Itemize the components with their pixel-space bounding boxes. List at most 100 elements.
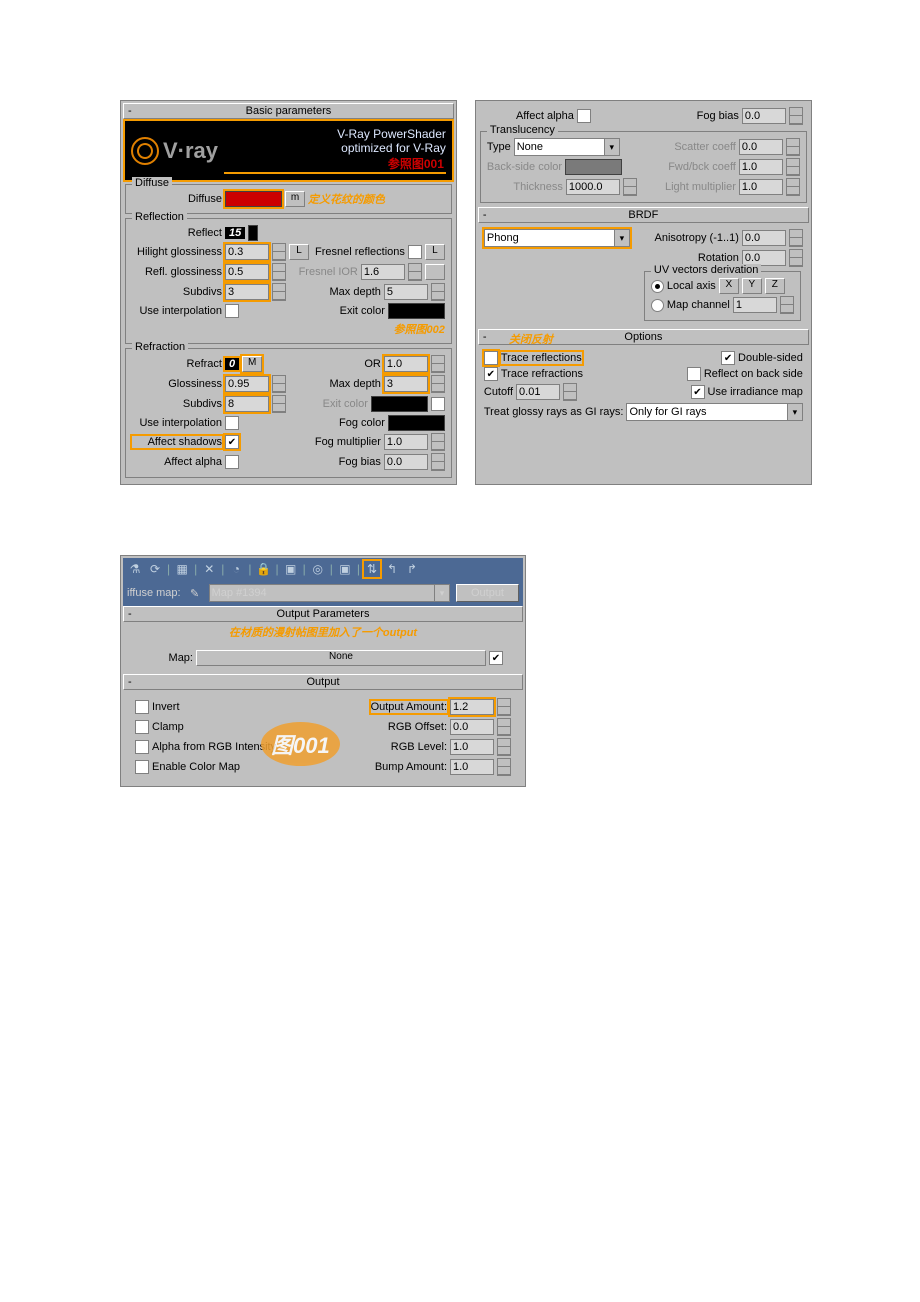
outamt-spinner[interactable] xyxy=(497,698,511,716)
tool-icon-7[interactable]: ▣ xyxy=(283,561,299,577)
light-spinner[interactable] xyxy=(786,178,800,196)
diffuse-color[interactable] xyxy=(225,191,282,207)
backside-color[interactable] xyxy=(565,159,622,175)
tool-delete-icon[interactable]: ✕ xyxy=(201,561,217,577)
tool-icon-3[interactable]: ▦ xyxy=(174,561,190,577)
mapch-input[interactable] xyxy=(733,297,777,313)
ior-spinner[interactable] xyxy=(431,355,445,373)
outparam-collapse-icon[interactable]: - xyxy=(128,608,132,620)
light-input[interactable] xyxy=(739,179,783,195)
tool-sibling-icon[interactable]: ↱ xyxy=(404,561,420,577)
treat-select[interactable]: Only for GI rays xyxy=(626,403,802,421)
reflect-color[interactable] xyxy=(248,225,258,241)
refl-subdivs-input[interactable] xyxy=(225,284,269,300)
hilight-l-button[interactable]: L xyxy=(289,244,309,260)
cutoff-spinner[interactable] xyxy=(563,383,577,401)
thick-input[interactable] xyxy=(566,179,620,195)
reflgloss-spinner[interactable] xyxy=(272,263,286,281)
axis-x-button[interactable]: X xyxy=(719,278,739,294)
affectalpha-checkbox[interactable] xyxy=(225,455,239,469)
affectshadows-checkbox[interactable]: ✔ xyxy=(225,435,239,449)
refl-back-checkbox[interactable] xyxy=(687,367,701,381)
refl-subdivs-spinner[interactable] xyxy=(272,283,286,301)
mapch-spinner[interactable] xyxy=(780,296,794,314)
refr-gloss-input[interactable] xyxy=(225,376,269,392)
axis-y-button[interactable]: Y xyxy=(742,278,762,294)
fwd-spinner[interactable] xyxy=(786,158,800,176)
use-irr-checkbox[interactable]: ✔ xyxy=(691,385,705,399)
refl-interp-checkbox[interactable] xyxy=(225,304,239,318)
alpha-checkbox[interactable] xyxy=(135,740,149,754)
refl-maxdepth-input[interactable] xyxy=(384,284,428,300)
fresnel-l-button[interactable]: L xyxy=(425,244,445,260)
refr-maxdepth-input[interactable] xyxy=(384,376,428,392)
fresnelior-input[interactable] xyxy=(361,264,405,280)
fresnelior-spinner[interactable] xyxy=(408,263,422,281)
tool-icon-1[interactable]: ⚗ xyxy=(127,561,143,577)
fresnel-checkbox[interactable] xyxy=(408,245,422,259)
rgblvl-input[interactable] xyxy=(450,739,494,755)
fogbias-spinner[interactable] xyxy=(431,453,445,471)
options-collapse-icon[interactable]: - xyxy=(483,331,487,343)
tool-nav-icon[interactable]: ⇅ xyxy=(364,561,380,577)
enable-colormap-checkbox[interactable] xyxy=(135,760,149,774)
aniso-spinner[interactable] xyxy=(789,229,803,247)
fogcolor[interactable] xyxy=(388,415,445,431)
fwd-input[interactable] xyxy=(739,159,783,175)
trace-refl-checkbox[interactable] xyxy=(484,351,498,365)
refr-subdivs-input[interactable] xyxy=(225,396,269,412)
reflgloss-input[interactable] xyxy=(225,264,269,280)
rgblvl-spinner[interactable] xyxy=(497,738,511,756)
eyedropper-icon[interactable]: ✎ xyxy=(187,585,203,601)
thick-spinner[interactable] xyxy=(623,178,637,196)
rot-spinner[interactable] xyxy=(789,249,803,267)
refr-maxdepth-spinner[interactable] xyxy=(431,375,445,393)
hilight-input[interactable] xyxy=(225,244,269,260)
refract-map-button[interactable]: M xyxy=(242,356,262,372)
tool-icon-2[interactable]: ⟳ xyxy=(147,561,163,577)
tool-lock-icon[interactable]: 🔒 xyxy=(256,561,272,577)
refr-exitcolor-checkbox[interactable] xyxy=(431,397,445,411)
refr-subdivs-spinner[interactable] xyxy=(272,395,286,413)
output-type-button[interactable]: Output xyxy=(456,584,519,602)
trans-type-select[interactable]: None xyxy=(514,138,620,156)
map-none-button[interactable]: None xyxy=(196,650,486,666)
refr-exitcolor[interactable] xyxy=(371,396,428,412)
rgboff-input[interactable] xyxy=(450,719,494,735)
fogmult-input[interactable] xyxy=(384,434,428,450)
rgboff-spinner[interactable] xyxy=(497,718,511,736)
outamt-input[interactable] xyxy=(450,699,494,715)
refr-interp-checkbox[interactable] xyxy=(225,416,239,430)
fresnelior-map[interactable] xyxy=(425,264,445,280)
axis-z-button[interactable]: Z xyxy=(765,278,785,294)
aniso-input[interactable] xyxy=(742,230,786,246)
trace-refr-checkbox[interactable]: ✔ xyxy=(484,367,498,381)
scatter-spinner[interactable] xyxy=(786,138,800,156)
tool-icon-8[interactable]: ◎ xyxy=(310,561,326,577)
map-enable-checkbox[interactable]: ✔ xyxy=(489,651,503,665)
invert-checkbox[interactable] xyxy=(135,700,149,714)
tool-parent-icon[interactable]: ↰ xyxy=(384,561,400,577)
mapch-radio[interactable] xyxy=(651,299,664,312)
brdf-collapse-icon[interactable]: - xyxy=(483,209,487,221)
tool-icon-9[interactable]: ▣ xyxy=(337,561,353,577)
scatter-input[interactable] xyxy=(739,139,783,155)
r-fogbias-input[interactable] xyxy=(742,108,786,124)
cutoff-input[interactable] xyxy=(516,384,560,400)
r-affectalpha-checkbox[interactable] xyxy=(577,109,591,123)
clamp-checkbox[interactable] xyxy=(135,720,149,734)
fogbias-input[interactable] xyxy=(384,454,428,470)
ior-input[interactable] xyxy=(384,356,428,372)
refr-gloss-spinner[interactable] xyxy=(272,375,286,393)
refl-maxdepth-spinner[interactable] xyxy=(431,283,445,301)
bump-spinner[interactable] xyxy=(497,758,511,776)
output-collapse-icon[interactable]: - xyxy=(128,676,132,688)
local-axis-radio[interactable] xyxy=(651,280,664,293)
diffuse-map-button[interactable]: m xyxy=(285,191,305,207)
bump-input[interactable] xyxy=(450,759,494,775)
brdf-type-select[interactable]: Phong xyxy=(484,229,630,247)
double-sided-checkbox[interactable]: ✔ xyxy=(721,351,735,365)
r-fogbias-spinner[interactable] xyxy=(789,107,803,125)
collapse-icon[interactable]: - xyxy=(128,105,132,117)
refl-exitcolor[interactable] xyxy=(388,303,445,319)
